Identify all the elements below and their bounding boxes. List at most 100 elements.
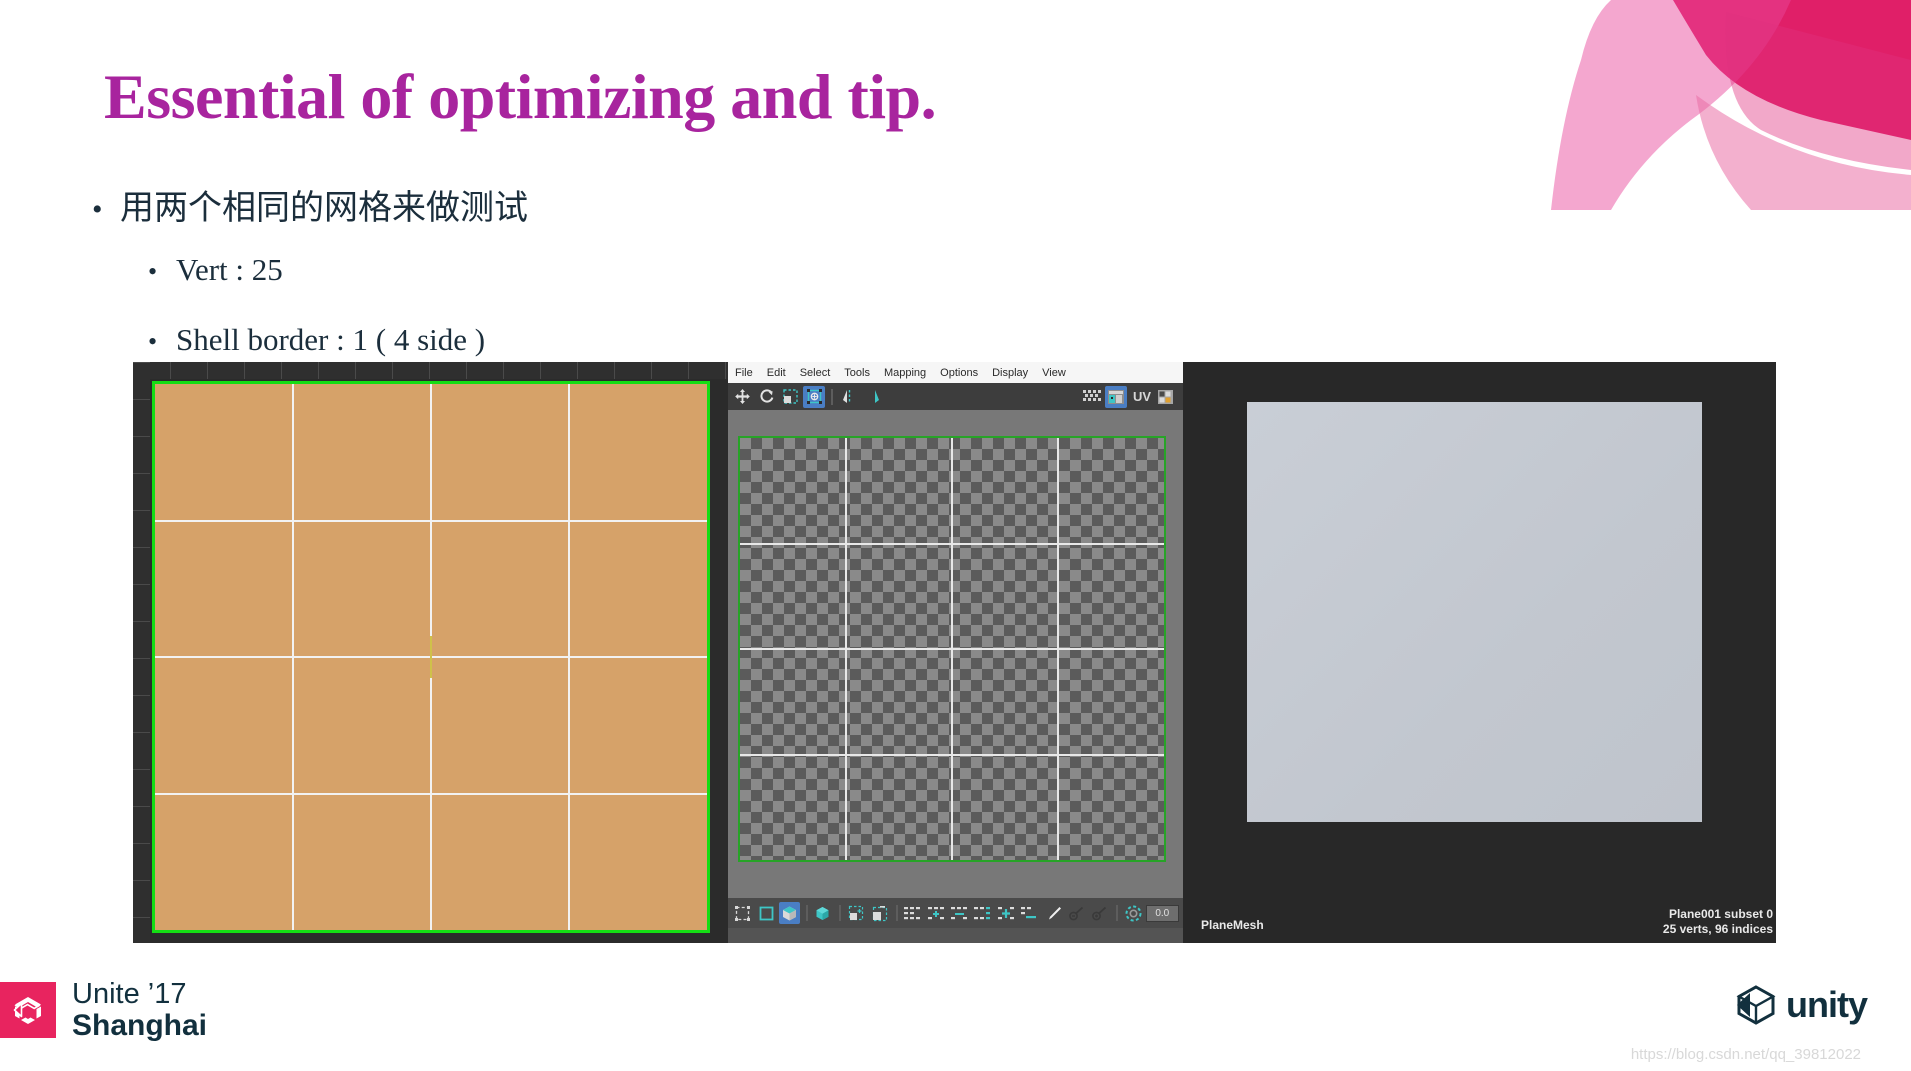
transform-box-icon[interactable] (803, 385, 825, 408)
ruler-tick (355, 362, 356, 379)
ruler-tick (133, 584, 150, 585)
ruler-tick (133, 843, 150, 844)
unfold-icon[interactable] (1089, 902, 1110, 924)
menu-item-tools[interactable]: Tools (844, 367, 870, 379)
unity-wordmark: unity (1786, 984, 1868, 1025)
menu-item-edit[interactable]: Edit (767, 367, 786, 379)
event-city-label: Shanghai (72, 1008, 208, 1042)
ruler-tick (688, 362, 689, 379)
wireframe-line (155, 519, 707, 522)
align-top-icon[interactable] (972, 902, 993, 924)
bullet-marker: • (148, 327, 158, 356)
ruler-tick (651, 362, 652, 379)
event-year-label: Unite ’17 (72, 978, 187, 1011)
face-select-icon[interactable] (755, 902, 776, 924)
uv-shell-select-icon[interactable] (732, 902, 753, 924)
orange-plane-mesh[interactable] (152, 381, 710, 933)
menu-item-mapping[interactable]: Mapping (884, 367, 926, 379)
uv-editor-toolbar: UV (728, 383, 1183, 410)
bullet-item-2: • Vert : 25 (148, 252, 283, 288)
align-left-icon[interactable] (902, 902, 923, 924)
ruler-tick (577, 362, 578, 379)
ruler-tick (133, 806, 150, 807)
wireframe-line (155, 792, 707, 795)
ruler-tick (133, 436, 150, 437)
uv-canvas[interactable] (728, 410, 1183, 898)
uv-editor-right-toolbar: UV (1081, 383, 1179, 410)
align-center-h-icon[interactable] (925, 902, 946, 924)
scale-icon[interactable] (779, 386, 801, 408)
uv-mode-label: UV (1132, 389, 1151, 404)
bullet-marker: • (92, 193, 103, 226)
align-center-v-icon[interactable] (996, 902, 1017, 924)
pivot-snap-icon[interactable] (1122, 902, 1143, 924)
bullet-item-3: • Shell border : 1 ( 4 side ) (148, 322, 485, 358)
toolbar-separator (806, 905, 809, 921)
ruler-tick (133, 732, 150, 733)
uv-shell-grid[interactable] (738, 436, 1166, 862)
screenshot-composite: File Edit Select Tools Mapping Options D… (133, 362, 1776, 943)
rotate-icon[interactable] (755, 386, 777, 408)
ruler-tick (170, 362, 171, 379)
relax-icon[interactable] (1066, 902, 1087, 924)
ruler-horizontal (133, 362, 728, 379)
ruler-tick (725, 362, 726, 379)
menu-item-view[interactable]: View (1042, 367, 1066, 379)
uv-grid-line (740, 753, 1164, 756)
bullet-text: Vert : 25 (176, 252, 283, 287)
bullet-marker: • (148, 257, 158, 286)
soft-select-icon[interactable] (845, 902, 866, 924)
uv-editor-menubar: File Edit Select Tools Mapping Options D… (728, 362, 1183, 383)
move-icon[interactable] (731, 386, 753, 408)
ruler-tick (133, 621, 150, 622)
object-select-icon[interactable] (812, 902, 833, 924)
ruler-tick (133, 695, 150, 696)
viewport-right-3d[interactable]: PlaneMesh Plane001 subset 0 25 verts, 96… (1183, 362, 1776, 943)
ruler-tick (133, 917, 150, 918)
unity-logo-badge (0, 982, 56, 1039)
mirror-horizontal-icon[interactable] (837, 386, 859, 408)
unity-logo-icon (1736, 985, 1776, 1025)
bullet-text: Shell border : 1 ( 4 side ) (176, 322, 486, 357)
menu-item-display[interactable]: Display (992, 367, 1028, 379)
ruler-tick (133, 399, 150, 400)
brush-icon[interactable] (1042, 902, 1063, 924)
ruler-tick (614, 362, 615, 379)
bullet-item-1: • 用两个相同的网格来做测试 (92, 180, 528, 229)
ruler-tick (133, 547, 150, 548)
object-name-label: PlaneMesh (1201, 918, 1264, 932)
hard-select-icon[interactable] (869, 902, 890, 924)
uv-editor-bottom-toolbar: 0.0 (728, 898, 1183, 928)
decorative-ribbon-graphic (1491, 0, 1911, 210)
toolbar-separator (1116, 905, 1119, 921)
unity-brand-lockup: unity (1734, 983, 1868, 1027)
uv-editor-bottom-bar: 0.0 (728, 898, 1183, 943)
ruler-tick (207, 362, 208, 379)
mesh-stats-label: Plane001 subset 0 25 verts, 96 indices (1663, 907, 1773, 937)
plane-mesh-render[interactable] (1247, 402, 1702, 822)
mirror-vertical-icon[interactable] (861, 386, 883, 408)
ruler-tick (392, 362, 393, 379)
uv-grid-line (740, 648, 1164, 650)
menu-item-file[interactable]: File (735, 367, 753, 379)
ruler-tick (503, 362, 504, 379)
mesh-stats-line-2: 25 verts, 96 indices (1662, 922, 1773, 936)
viewport-left-3d[interactable] (133, 362, 728, 943)
element-select-icon[interactable] (778, 902, 801, 924)
uv-snapshot-icon[interactable] (1155, 386, 1177, 408)
mesh-stats-line-1: Plane001 subset 0 (1668, 907, 1773, 921)
uv-editor-panel[interactable]: File Edit Select Tools Mapping Options D… (728, 362, 1183, 943)
snap-value-field[interactable]: 0.0 (1145, 904, 1179, 922)
ruler-tick (133, 769, 150, 770)
ruler-tick (133, 658, 150, 659)
checker-grid-icon[interactable] (1081, 386, 1103, 408)
footer-text-block: Unite ’17 Shanghai (72, 979, 207, 1041)
align-bottom-icon[interactable] (1019, 902, 1040, 924)
uv-texture-icon[interactable] (1104, 385, 1127, 408)
align-right-icon[interactable] (949, 902, 970, 924)
ruler-vertical (133, 362, 150, 943)
menu-item-select[interactable]: Select (800, 367, 831, 379)
ruler-tick (281, 362, 282, 379)
ruler-tick (540, 362, 541, 379)
menu-item-options[interactable]: Options (940, 367, 978, 379)
